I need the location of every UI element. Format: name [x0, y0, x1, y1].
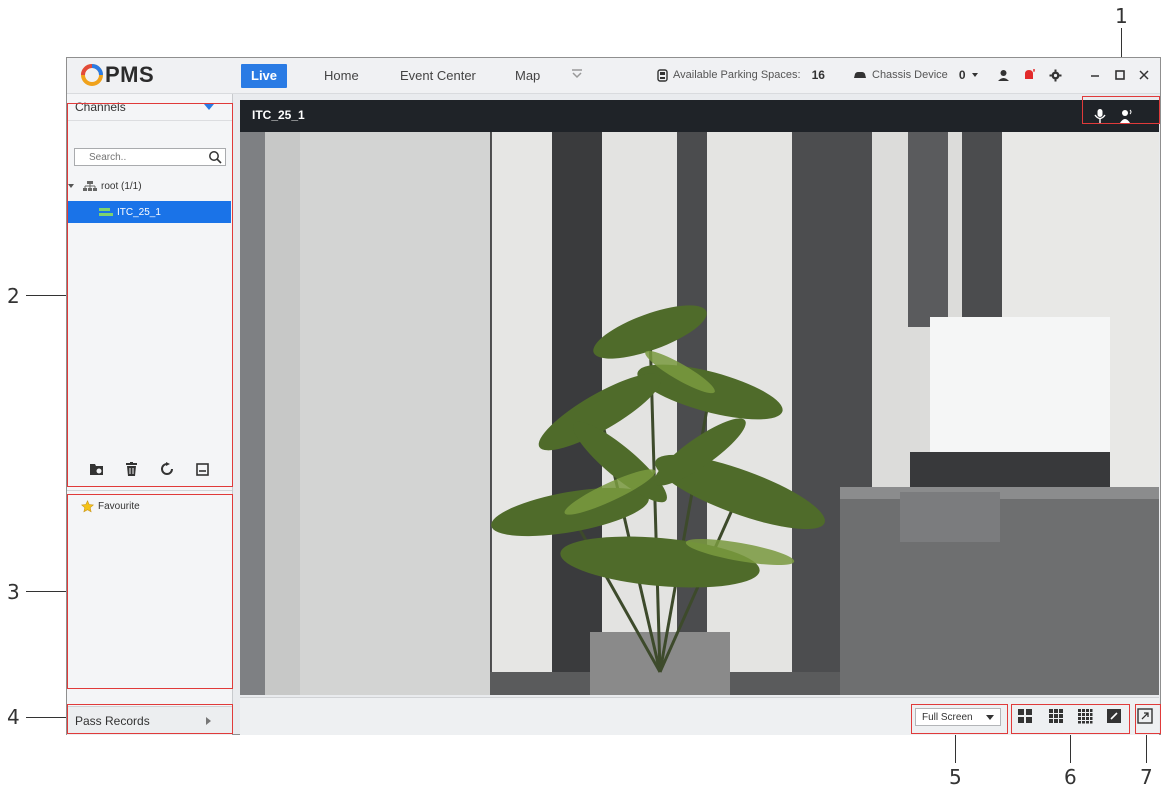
- video-channel-title: ITC_25_1: [252, 108, 305, 122]
- tab-home[interactable]: Home: [314, 64, 369, 88]
- parking-status: Available Parking Spaces: 16: [657, 68, 825, 82]
- pms-logo: PMS: [81, 62, 154, 88]
- callout-5: 5: [949, 765, 962, 789]
- video-header: ITC_25_1: [240, 100, 1159, 132]
- pms-logo-icon: [81, 64, 103, 86]
- chassis-status[interactable]: Chassis Device 0: [853, 68, 979, 82]
- close-icon[interactable]: [1136, 67, 1152, 83]
- parking-label: Available Parking Spaces:: [673, 69, 801, 81]
- highlight-box-7: [1135, 704, 1161, 734]
- live-video-image: [240, 132, 1159, 695]
- callout-7: 7: [1140, 765, 1153, 789]
- tab-live[interactable]: Live: [241, 64, 288, 88]
- tab-event-center[interactable]: Event Center: [390, 64, 486, 88]
- highlight-box-3: [67, 494, 233, 689]
- highlight-box-2: [67, 103, 233, 487]
- car-icon: [854, 72, 866, 78]
- favourite-divider: [67, 490, 232, 491]
- gear-icon[interactable]: [1047, 67, 1063, 83]
- callout-6-line: [1070, 733, 1071, 763]
- minimize-icon[interactable]: [1087, 67, 1103, 83]
- callout-6: 6: [1064, 765, 1077, 789]
- chassis-label: Chassis Device: [872, 69, 948, 81]
- callout-5-line: [955, 733, 956, 763]
- callout-2-line: [26, 295, 66, 296]
- user-icon[interactable]: [995, 67, 1011, 83]
- logo-text: PMS: [105, 62, 155, 87]
- callout-4: 4: [7, 705, 20, 729]
- alarm-off-icon[interactable]: [1021, 67, 1037, 83]
- callout-1: 1: [1115, 4, 1128, 28]
- highlight-box-5: [911, 704, 1008, 734]
- more-tabs-icon[interactable]: [560, 64, 594, 88]
- callout-7-line: [1146, 733, 1147, 763]
- parking-count: 16: [811, 68, 825, 82]
- highlight-box-4: [67, 704, 233, 734]
- top-bar: PMS Live Home Event Center Map Available…: [67, 58, 1160, 94]
- callout-3: 3: [7, 580, 20, 604]
- callout-2: 2: [7, 284, 20, 308]
- maximize-icon[interactable]: [1112, 67, 1128, 83]
- chevron-down-icon: [971, 73, 978, 77]
- callout-3-line: [26, 591, 66, 592]
- tab-map[interactable]: Map: [505, 64, 550, 88]
- highlight-box-6: [1011, 704, 1130, 734]
- highlight-box-1: [1082, 96, 1160, 124]
- callout-4-line: [26, 717, 66, 718]
- chassis-count: 0: [958, 68, 966, 82]
- parking-icon: [657, 68, 668, 82]
- video-feed[interactable]: [240, 132, 1159, 695]
